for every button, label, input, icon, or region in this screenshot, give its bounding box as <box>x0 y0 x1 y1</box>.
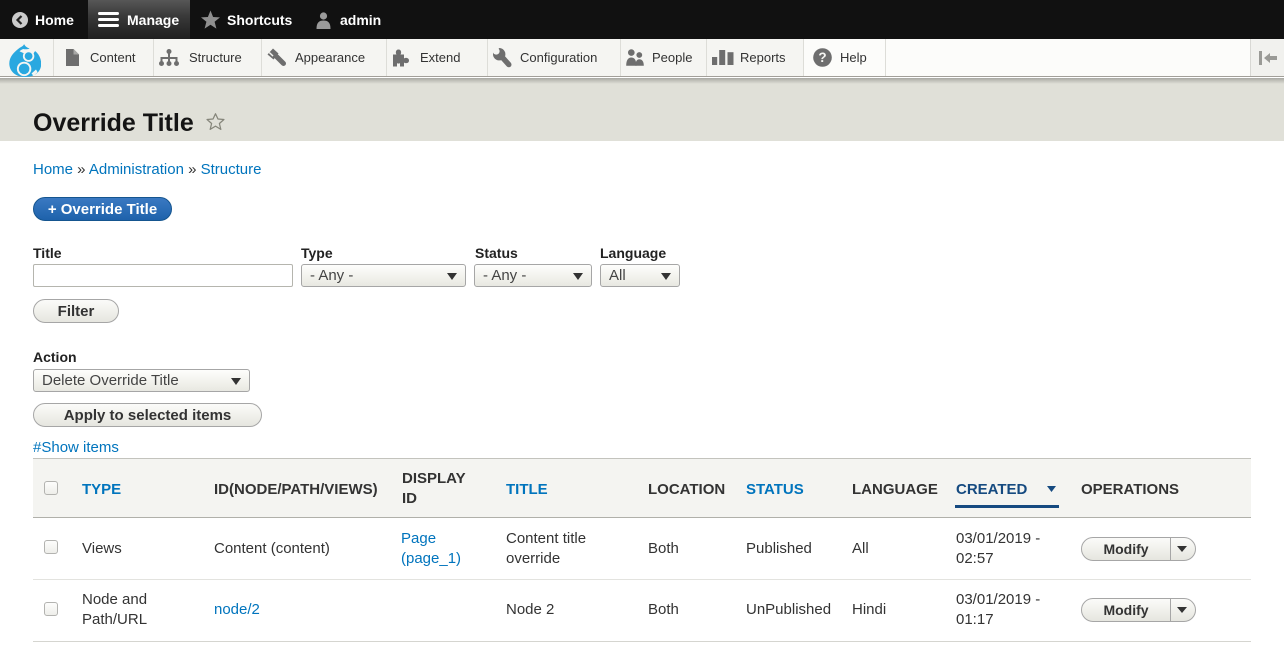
svg-text:?: ? <box>818 50 826 65</box>
